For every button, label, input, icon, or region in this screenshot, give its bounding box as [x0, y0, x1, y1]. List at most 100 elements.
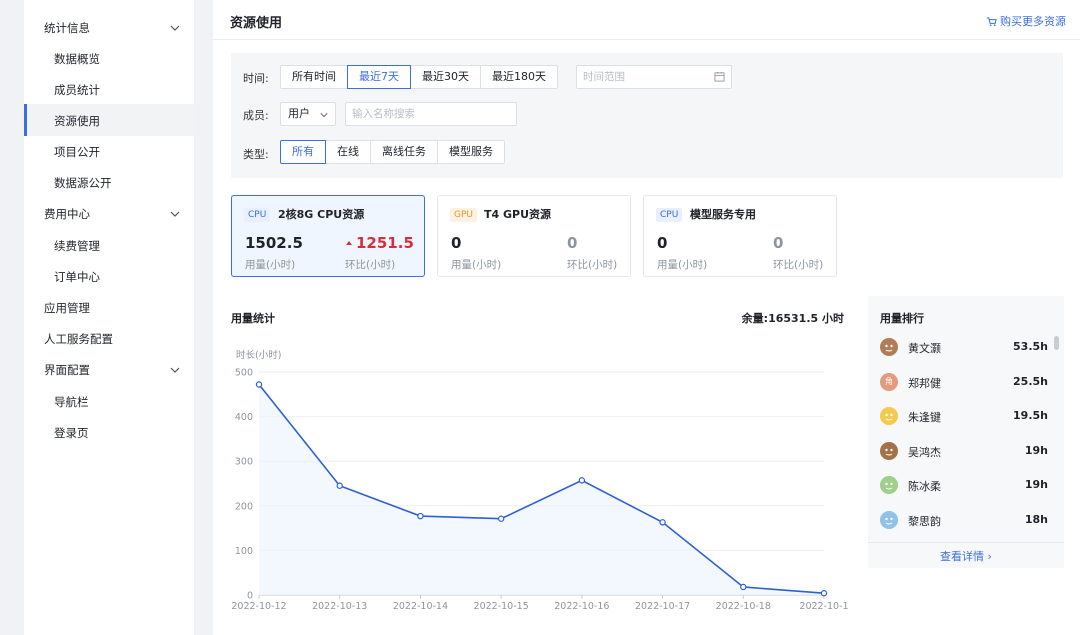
type-option-all[interactable]: 所有 — [280, 140, 326, 164]
usage-label: 用量(小时) — [451, 259, 502, 271]
ranking-row: 陈冰柔 19h — [868, 468, 1064, 502]
time-option-all[interactable]: 所有时间 — [280, 65, 348, 89]
remaining-value: 16531.5 小时 — [768, 312, 844, 325]
resource-card-gpu[interactable]: GPU T4 GPU资源 0 用量(小时) 0 环比(小时) — [437, 195, 631, 277]
change-label: 环比(小时) — [345, 259, 396, 271]
text-avatar-icon: 角 — [880, 372, 898, 391]
change-label: 环比(小时) — [567, 259, 618, 271]
trend-up-icon — [346, 241, 352, 245]
ranking-title: 用量排行 — [880, 312, 924, 325]
sidebar-group-label: 界面配置 — [44, 363, 90, 377]
sidebar-item-login-page[interactable]: 登录页 — [54, 425, 89, 441]
change-value: 0 — [567, 234, 578, 252]
time-option-180d[interactable]: 最近180天 — [480, 65, 558, 89]
x-tick-label: 2022-10-16 — [554, 601, 609, 612]
ranking-row: 吴鸿杰 19h — [868, 434, 1064, 468]
type-option-online[interactable]: 在线 — [325, 140, 371, 164]
bird-avatar-icon — [880, 407, 898, 425]
dog-avatar-icon — [880, 441, 898, 460]
data-point — [336, 482, 343, 489]
sidebar-item-renewal[interactable]: 续费管理 — [54, 238, 100, 254]
y-tick-label: 500 — [235, 368, 253, 379]
chevron-down-icon — [170, 25, 180, 31]
sidebar-group-stats[interactable]: 统计信息 — [44, 20, 194, 36]
ranking-row: 黎思韵 18h — [868, 503, 1064, 537]
resource-card-cpu[interactable]: CPU 2核8G CPU资源 1502.5 用量(小时) 1251.5 环比(小… — [231, 195, 425, 277]
calendar-icon — [714, 71, 725, 82]
sidebar-item-navbar[interactable]: 导航栏 — [54, 394, 89, 410]
data-point — [255, 381, 263, 388]
sidebar-group-label: 费用中心 — [44, 207, 90, 221]
sidebar-group-billing[interactable]: 费用中心 — [44, 206, 194, 222]
resource-card-name: 模型服务专用 — [690, 208, 756, 221]
remaining-quota: 余量:16531.5 小时 — [742, 310, 844, 326]
sidebar-group-apps[interactable]: 应用管理 — [44, 300, 90, 316]
x-tick-label: 2022-10-15 — [474, 601, 529, 612]
y-tick-label: 0 — [247, 591, 253, 602]
usage-line-chart: 时长(小时) 0 100 200 300 400 500 2022-10-12 2022-10-… — [231, 349, 848, 612]
cart-icon — [986, 16, 997, 26]
ranking-name: 吴鸿杰 — [908, 445, 941, 459]
ranking-row: 朱逢键 19.5h — [868, 399, 1064, 433]
buy-more-link[interactable]: 购买更多资源 — [986, 13, 1066, 29]
usage-value: 0 — [451, 234, 462, 252]
cpu-tag: CPU — [656, 208, 683, 222]
x-tick-label: 2022-10-1 — [799, 601, 848, 612]
x-tick-label: 2022-10-13 — [312, 601, 367, 612]
ranking-value: 19h — [1024, 443, 1048, 457]
type-option-offline[interactable]: 离线任务 — [370, 140, 438, 164]
ranking-value: 19.5h — [1013, 409, 1048, 422]
date-range-input[interactable]: 时间范围 — [576, 65, 732, 89]
ranking-name: 黎思韵 — [908, 514, 941, 528]
time-option-7d[interactable]: 最近7天 — [347, 65, 411, 89]
data-point — [740, 583, 747, 591]
ranking-value: 25.5h — [1013, 374, 1048, 388]
x-tick-label: 2022-10-12 — [231, 601, 286, 612]
change-value: 0 — [773, 234, 784, 252]
data-point — [497, 515, 505, 522]
sidebar: 统计信息 数据概览 成员统计 资源使用 项目公开 数据源公开 费用中心 续费管理… — [24, 0, 194, 635]
data-point — [659, 519, 666, 526]
time-filter-label: 时间: — [243, 72, 269, 85]
sidebar-item-datasource-public[interactable]: 数据源公开 — [54, 175, 112, 191]
member-filter-label: 成员: — [243, 109, 269, 122]
sidebar-item-orders[interactable]: 订单中心 — [54, 269, 100, 285]
chevron-down-icon — [320, 113, 328, 118]
ranking-name: 陈冰柔 — [908, 480, 941, 493]
sidebar-item-project-public[interactable]: 项目公开 — [54, 144, 100, 160]
sidebar-group-manual-service[interactable]: 人工服务配置 — [44, 331, 113, 347]
main-panel: 资源使用 购买更多资源 时间: 所有时间 最近7天 最近30天 最近180天 时… — [213, 0, 1080, 635]
usage-value: 0 — [657, 234, 668, 252]
ranking-divider — [868, 542, 1064, 543]
usage-label: 用量(小时) — [245, 259, 296, 271]
member-search-input[interactable]: 输入名称搜索 — [345, 102, 517, 126]
member-type-select[interactable]: 用户 — [280, 102, 336, 126]
y-tick-label: 100 — [235, 546, 253, 557]
resource-card-model-service[interactable]: CPU 模型服务专用 0 用量(小时) 0 环比(小时) — [643, 195, 837, 277]
type-filter-group: 所有 在线 离线任务 模型服务 — [280, 140, 505, 164]
sidebar-item-member-stats[interactable]: 成员统计 — [54, 82, 100, 98]
chevron-down-icon — [170, 367, 180, 373]
bear-avatar-icon — [880, 476, 898, 494]
view-details-link[interactable]: 查看详情 › — [868, 548, 1064, 564]
dog-avatar-icon — [880, 338, 898, 356]
usage-value: 1502.5 — [245, 234, 303, 252]
resource-card-name: T4 GPU资源 — [484, 208, 552, 221]
ranking-row: 黄文灏 53.5h — [868, 330, 1064, 364]
type-filter-label: 类型: — [243, 148, 269, 161]
ranking-row: 角郑邦健 25.5h — [868, 365, 1064, 399]
ranking-value: 53.5h — [1013, 340, 1048, 353]
sidebar-item-overview[interactable]: 数据概览 — [54, 51, 100, 67]
data-point — [578, 477, 586, 484]
filter-panel: 时间: 所有时间 最近7天 最近30天 最近180天 时间范围 成员: 用户 输… — [231, 53, 1063, 178]
usage-label: 用量(小时) — [657, 259, 708, 271]
buy-more-label: 购买更多资源 — [1000, 15, 1066, 28]
type-option-model-service[interactable]: 模型服务 — [437, 140, 505, 164]
ranking-name: 朱逢键 — [908, 411, 941, 424]
sidebar-group-ui-config[interactable]: 界面配置 — [44, 362, 194, 378]
page-title: 资源使用 — [230, 16, 283, 31]
sidebar-item-resource-usage[interactable]: 资源使用 — [54, 113, 100, 129]
x-tick-label: 2022-10-17 — [635, 601, 690, 612]
time-option-30d[interactable]: 最近30天 — [410, 65, 481, 89]
time-filter-group: 所有时间 最近7天 最近30天 最近180天 — [280, 65, 558, 89]
